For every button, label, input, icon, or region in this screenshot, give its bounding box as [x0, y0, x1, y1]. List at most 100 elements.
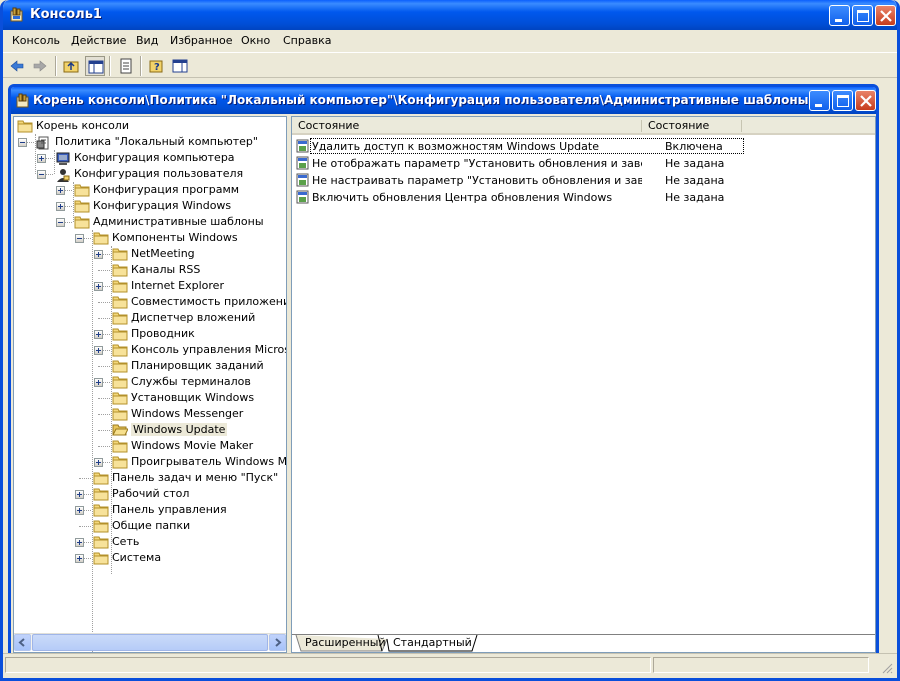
tree-node[interactable]: Каналы RSS — [14, 262, 286, 278]
list-item[interactable]: Не отображать параметр "Установить обнов… — [292, 155, 875, 172]
tree-node[interactable]: Конфигурация Windows — [14, 198, 286, 214]
tree-node-label: Windows Messenger — [131, 407, 244, 420]
list-item[interactable]: Не настраивать параметр "Установить обно… — [292, 172, 875, 189]
tree-connector — [92, 230, 93, 652]
tree-node[interactable]: Панель задач и меню "Пуск" — [14, 470, 286, 486]
expand-plus-icon[interactable] — [75, 538, 84, 547]
tree-node-label: Компоненты Windows — [112, 231, 238, 244]
tab-extended[interactable]: Расширенный — [301, 635, 386, 652]
tree-node-label: Административные шаблоны — [93, 215, 264, 228]
expand-plus-icon[interactable] — [75, 554, 84, 563]
title-bar[interactable]: Консоль1 — [3, 0, 897, 30]
scroll-left-button[interactable] — [14, 634, 31, 651]
collapse-minus-icon[interactable] — [56, 218, 65, 227]
expand-plus-icon[interactable] — [37, 154, 46, 163]
scroll-thumb[interactable] — [32, 634, 268, 651]
tree-node[interactable]: Административные шаблоны — [14, 214, 286, 230]
expand-plus-icon[interactable] — [56, 186, 65, 195]
menu-bar: Консоль Действие Вид Избранное Окно Спра… — [3, 30, 897, 52]
tree-node[interactable]: Корень консоли — [14, 118, 286, 134]
folder-icon — [112, 311, 128, 325]
tree-node[interactable]: Windows Movie Maker — [14, 438, 286, 454]
menu-window[interactable]: Окно — [241, 34, 270, 47]
expand-plus-icon[interactable] — [94, 378, 103, 387]
resize-grip-icon[interactable] — [881, 662, 893, 674]
expand-plus-icon[interactable] — [94, 282, 103, 291]
column-header-label: Состояние — [298, 119, 360, 132]
child-close-button[interactable] — [855, 90, 876, 111]
list-item[interactable]: Включить обновления Центра обновления Wi… — [292, 189, 875, 206]
tree-node-label: Панель задач и меню "Пуск" — [112, 471, 279, 484]
tree-node[interactable]: Диспетчер вложений — [14, 310, 286, 326]
show-hide-tree-icon — [88, 60, 104, 74]
expand-plus-icon[interactable] — [94, 250, 103, 259]
help-button[interactable]: ? — [147, 56, 167, 76]
menu-favorites[interactable]: Избранное — [170, 34, 232, 47]
forward-button[interactable] — [30, 56, 50, 76]
tree-node[interactable]: Сеть — [14, 534, 286, 550]
menu-console[interactable]: Консоль — [12, 34, 60, 47]
menu-view[interactable]: Вид — [136, 34, 158, 47]
close-button[interactable] — [875, 5, 896, 26]
expand-plus-icon[interactable] — [75, 490, 84, 499]
scroll-right-button[interactable] — [269, 634, 286, 651]
tree-node[interactable]: Совместимость приложений — [14, 294, 286, 310]
tree-connector — [98, 366, 110, 367]
tree-connector — [35, 134, 36, 174]
policy-icon — [36, 135, 52, 150]
tree-node[interactable]: Windows Update — [14, 422, 286, 438]
expand-plus-icon[interactable] — [94, 458, 103, 467]
console-tree[interactable]: Корень консоли Политика "Локальный компью… — [13, 116, 287, 653]
collapse-minus-icon[interactable] — [37, 170, 46, 179]
tree-horizontal-scrollbar[interactable] — [14, 633, 286, 651]
show-hide-tree-button[interactable] — [85, 56, 105, 76]
show-hide-action-pane-button[interactable] — [170, 56, 190, 76]
expand-plus-icon[interactable] — [94, 346, 103, 355]
column-header-name[interactable]: Состояние — [292, 117, 642, 135]
tree-node[interactable]: Рабочий стол — [14, 486, 286, 502]
tree-node[interactable]: Internet Explorer — [14, 278, 286, 294]
tree-node[interactable]: Проводник — [14, 326, 286, 342]
tree-node[interactable]: Windows Messenger — [14, 406, 286, 422]
export-list-button[interactable] — [116, 56, 136, 76]
tree-node-label: Проводник — [131, 327, 195, 340]
menu-action[interactable]: Действие — [71, 34, 126, 47]
tree-node-label: Службы терминалов — [131, 375, 251, 388]
tab-standard[interactable]: Стандартный — [388, 635, 474, 652]
expand-plus-icon[interactable] — [75, 506, 84, 515]
list-item[interactable]: Удалить доступ к возможностям Windows Up… — [292, 138, 875, 155]
tree-node[interactable]: Общие папки — [14, 518, 286, 534]
collapse-minus-icon[interactable] — [18, 138, 27, 147]
child-title-bar[interactable]: Корень консоли\Политика "Локальный компь… — [11, 87, 876, 114]
tree-node[interactable]: Установщик Windows — [14, 390, 286, 406]
menu-help[interactable]: Справка — [283, 34, 331, 47]
column-header-state[interactable]: Состояние — [642, 117, 742, 135]
tree-node-label: Сеть — [112, 535, 140, 548]
collapse-minus-icon[interactable] — [75, 234, 84, 243]
tree-node[interactable]: NetMeeting — [14, 246, 286, 262]
tree-node[interactable]: Конфигурация программ — [14, 182, 286, 198]
tree-node[interactable]: Панель управления — [14, 502, 286, 518]
child-minimize-button[interactable] — [809, 90, 830, 111]
toolbar-separator — [109, 56, 111, 76]
tree-node[interactable]: Службы терминалов — [14, 374, 286, 390]
tree-node[interactable]: Политика "Локальный компьютер" — [14, 134, 286, 150]
tree-node[interactable]: Консоль управления Microsof — [14, 342, 286, 358]
computer-icon — [55, 151, 71, 165]
minimize-button[interactable] — [829, 5, 850, 26]
tree-node[interactable]: Проигрыватель Windows Mec — [14, 454, 286, 470]
tree-node[interactable]: Компоненты Windows — [14, 230, 286, 246]
tree-node[interactable]: Система — [14, 550, 286, 566]
up-level-button[interactable] — [61, 56, 81, 76]
status-cell-secondary — [653, 657, 869, 673]
tab-label: Стандартный — [393, 636, 472, 649]
maximize-button[interactable] — [852, 5, 873, 26]
tree-node-label: Диспетчер вложений — [131, 311, 256, 324]
expand-plus-icon[interactable] — [94, 330, 103, 339]
back-button[interactable] — [7, 56, 27, 76]
child-maximize-button[interactable] — [832, 90, 853, 111]
tree-node[interactable]: Планировщик заданий — [14, 358, 286, 374]
folder-icon — [93, 471, 109, 485]
expand-plus-icon[interactable] — [56, 202, 65, 211]
folder-icon — [112, 247, 128, 261]
